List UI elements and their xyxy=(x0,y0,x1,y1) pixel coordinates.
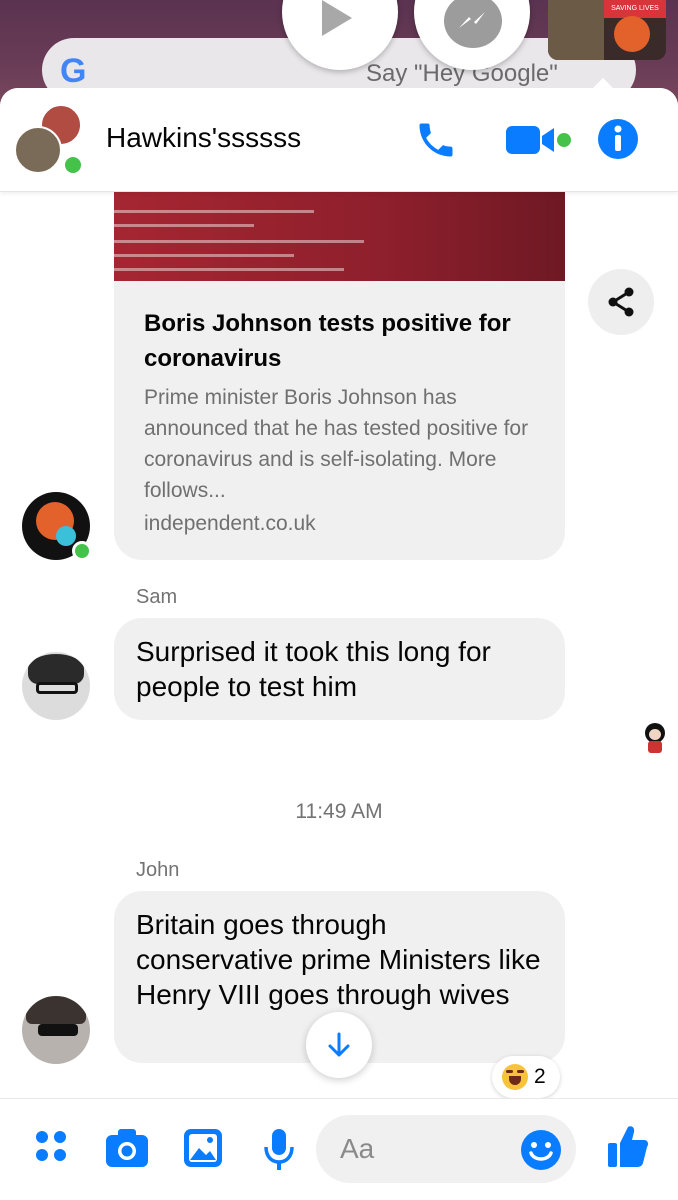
link-description: Prime minister Boris Johnson has announc… xyxy=(144,386,529,502)
google-logo: G xyxy=(60,52,87,90)
messenger-icon xyxy=(444,0,502,48)
message-input-placeholder: Aa xyxy=(340,1133,375,1164)
phone-icon[interactable] xyxy=(414,118,458,167)
online-indicator xyxy=(72,541,92,561)
active-chathead-avatar[interactable]: SAVING LIVES xyxy=(548,0,666,60)
reaction-count: 2 xyxy=(534,1065,546,1088)
chat-header: Hawkins'ssssss xyxy=(0,88,678,192)
play-icon xyxy=(322,0,352,36)
video-camera-icon[interactable] xyxy=(504,118,574,167)
message-reaction[interactable]: 2 xyxy=(492,1056,560,1098)
link-domain: independent.co.uk xyxy=(144,512,316,535)
avatar[interactable] xyxy=(22,652,90,720)
sender-name: John xyxy=(136,859,180,881)
link-preview-card[interactable]: Boris Johnson tests positive for coronav… xyxy=(114,192,565,560)
timestamp: 11:49 AM xyxy=(295,800,383,823)
info-icon[interactable] xyxy=(596,117,640,166)
scroll-to-bottom-button[interactable] xyxy=(306,1012,372,1078)
sender-name: Sam xyxy=(136,586,178,608)
online-indicator xyxy=(62,154,84,176)
message-input[interactable]: Aa xyxy=(316,1115,576,1183)
link-thumbnail xyxy=(114,192,565,281)
more-icon[interactable] xyxy=(34,1129,70,1170)
message-composer: Aa xyxy=(0,1098,678,1200)
microphone-icon[interactable] xyxy=(262,1127,296,1178)
link-title: Boris Johnson tests positive for coronav… xyxy=(144,310,511,372)
emoji-icon[interactable] xyxy=(520,1129,562,1176)
camera-icon[interactable] xyxy=(104,1127,150,1174)
avatar[interactable] xyxy=(22,996,90,1064)
chat-title[interactable]: Hawkins'ssssss xyxy=(106,122,301,154)
message-bubble[interactable]: Surprised it took this long for people t… xyxy=(114,618,565,720)
gallery-icon[interactable] xyxy=(182,1127,224,1174)
share-button[interactable] xyxy=(588,269,654,335)
group-avatar[interactable] xyxy=(14,104,86,176)
arrow-down-icon xyxy=(328,1032,350,1057)
laughing-crying-emoji-icon xyxy=(502,1064,528,1090)
thumbs-up-icon[interactable] xyxy=(606,1123,650,1174)
share-icon xyxy=(608,287,634,317)
read-receipt-avatar xyxy=(641,723,669,753)
